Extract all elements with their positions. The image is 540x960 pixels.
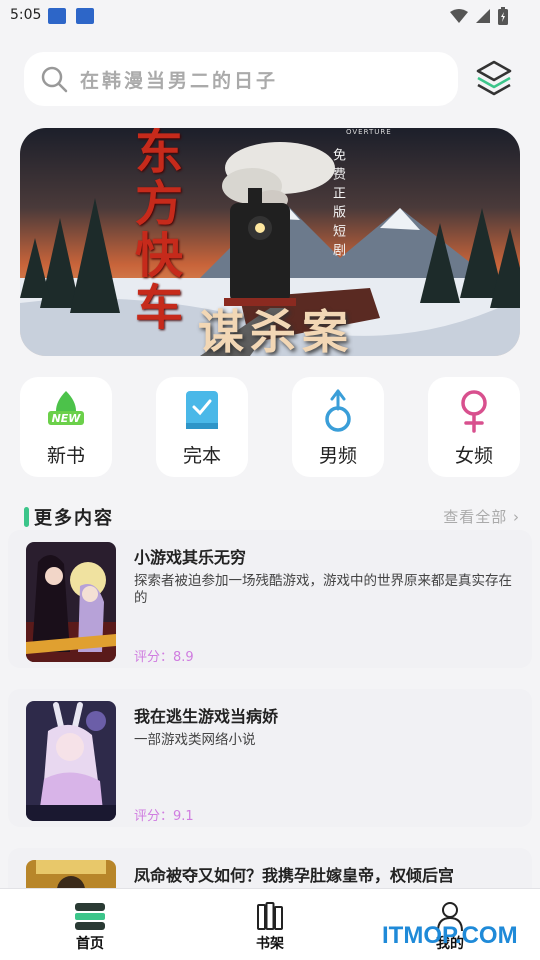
status-bar: 5:05 — [0, 0, 540, 32]
notification-icon — [48, 8, 66, 24]
category-female[interactable]: 女频 — [428, 377, 520, 477]
search-icon — [41, 66, 68, 93]
home-icon — [75, 903, 105, 930]
male-icon — [325, 389, 351, 432]
category-male[interactable]: 男频 — [292, 377, 384, 477]
search-bar[interactable]: 在韩漫当男二的日子 — [24, 52, 458, 106]
section-header: 更多内容 查看全部 › — [24, 504, 520, 529]
status-time: 5:05 — [10, 7, 42, 23]
book-description: 探索者被迫参加一场残酷游戏，游戏中的世界原来都是真实存在的 — [134, 573, 512, 606]
banner-title: 东方快车 — [126, 128, 182, 334]
book-cover-image — [26, 542, 116, 662]
book-score: 评分：9.1 — [134, 809, 194, 824]
section-accent-bar — [24, 507, 29, 527]
watermark: ITMOP.COM — [382, 922, 518, 949]
category-new[interactable]: NEW 新书 — [20, 377, 112, 477]
battery-icon — [498, 7, 508, 25]
banner-side-text: 免费正版短剧 — [330, 148, 345, 262]
category-label: 新书 — [46, 445, 85, 467]
chevron-right-icon: › — [507, 508, 520, 526]
category-label: 女频 — [454, 445, 493, 467]
promo-banner[interactable]: OVERTURE 东方快车 免费正版短剧 谋杀案 — [20, 128, 520, 356]
signal-icon — [476, 9, 490, 23]
svg-text:NEW: NEW — [52, 412, 82, 425]
book-cover-image — [26, 701, 116, 821]
wifi-icon — [450, 9, 468, 23]
category-label: 男频 — [318, 445, 357, 467]
nav-label: 书架 — [256, 936, 284, 952]
book-cover — [26, 701, 116, 821]
book-card[interactable]: 我在逃生游戏当病娇 一部游戏类网络小说 评分：9.1 — [8, 689, 532, 827]
book-card[interactable]: 小游戏其乐无穷 探索者被迫参加一场残酷游戏，游戏中的世界原来都是真实存在的 评分… — [8, 530, 532, 668]
new-book-icon: NEW — [48, 391, 84, 425]
layers-icon[interactable] — [474, 58, 514, 98]
section-title: 更多内容 — [34, 508, 114, 529]
book-description: 一部游戏类网络小说 — [134, 732, 256, 748]
female-icon — [461, 390, 487, 433]
book-title: 我在逃生游戏当病娇 — [134, 707, 279, 726]
book-score: 评分：8.9 — [134, 650, 194, 665]
nav-bookshelf[interactable]: 书架 — [230, 901, 310, 953]
book-title: 凤命被夺又如何？我携孕肚嫁皇帝，权倾后宫 — [134, 866, 455, 885]
category-completed[interactable]: 完本 — [156, 377, 248, 477]
bookshelf-icon — [257, 902, 283, 930]
completed-book-icon — [186, 391, 218, 429]
banner-subtitle: 谋杀案 — [198, 305, 354, 356]
category-row: NEW 新书 完本 男频 女频 — [20, 377, 520, 477]
category-label: 完本 — [182, 445, 221, 467]
search-placeholder: 在韩漫当男二的日子 — [80, 69, 279, 92]
book-cover — [26, 542, 116, 662]
book-title: 小游戏其乐无穷 — [134, 548, 247, 567]
banner-overture: OVERTURE — [346, 128, 392, 136]
view-all-label: 查看全部 — [443, 508, 508, 526]
view-all-link[interactable]: 查看全部 › — [443, 506, 520, 527]
status-indicators — [450, 7, 508, 25]
nav-home[interactable]: 首页 — [50, 901, 130, 953]
notification-icon — [76, 8, 94, 24]
nav-label: 首页 — [76, 936, 104, 952]
